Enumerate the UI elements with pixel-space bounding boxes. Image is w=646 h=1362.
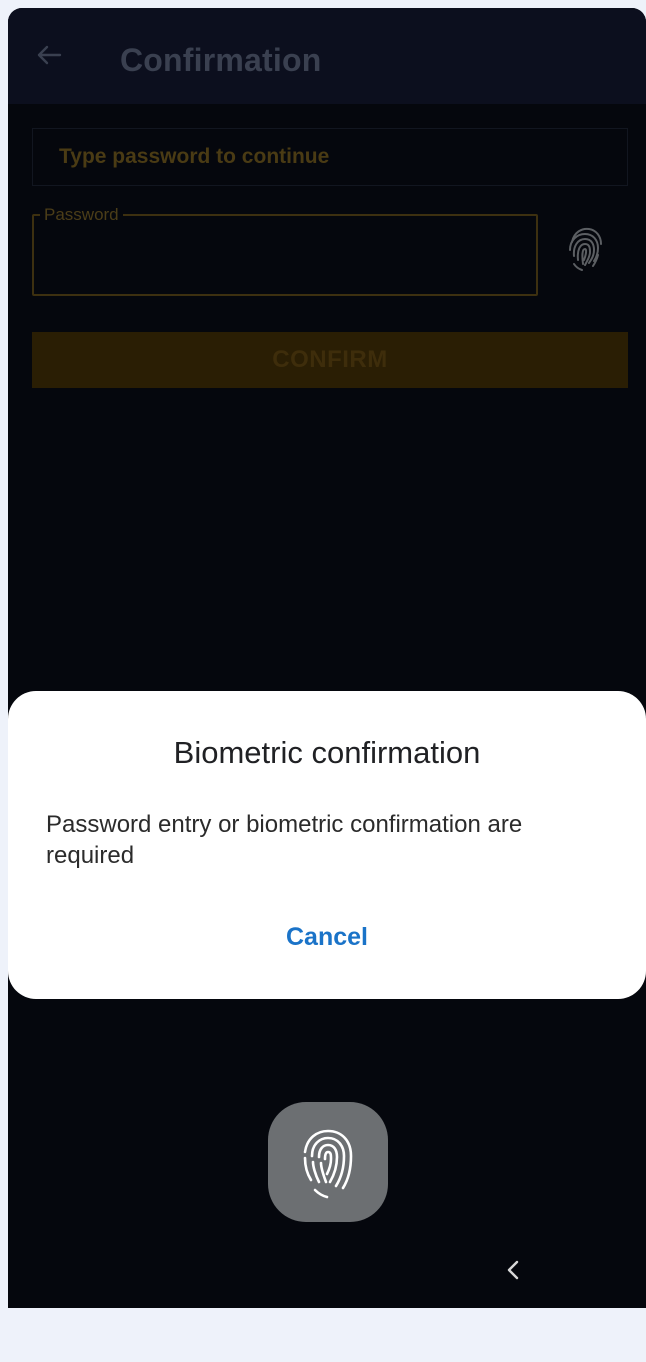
password-label: Password [40,205,123,225]
page-title: Confirmation [120,42,322,78]
fingerprint-sensor-icon [303,1129,353,1199]
hint-text: Type password to continue [59,145,330,168]
password-field[interactable]: Password [32,205,538,296]
cancel-button[interactable]: Cancel [8,923,646,952]
app-bar: Confirmation [8,8,646,104]
phone-screen: Confirmation Type password to continue P… [8,8,646,1308]
confirm-button[interactable]: CONFIRM [32,332,628,388]
confirm-button-label: CONFIRM [272,346,388,373]
hint-banner: Type password to continue [32,128,628,186]
dialog-message: Password entry or biometric confirmation… [46,811,523,869]
back-arrow-icon[interactable] [36,42,62,68]
dialog-title: Biometric confirmation [173,735,481,770]
nav-back-icon[interactable] [502,1256,524,1284]
fingerprint-icon[interactable] [562,220,608,280]
biometric-dialog: Biometric confirmation Password entry or… [8,691,646,999]
fingerprint-sensor[interactable] [268,1102,388,1222]
